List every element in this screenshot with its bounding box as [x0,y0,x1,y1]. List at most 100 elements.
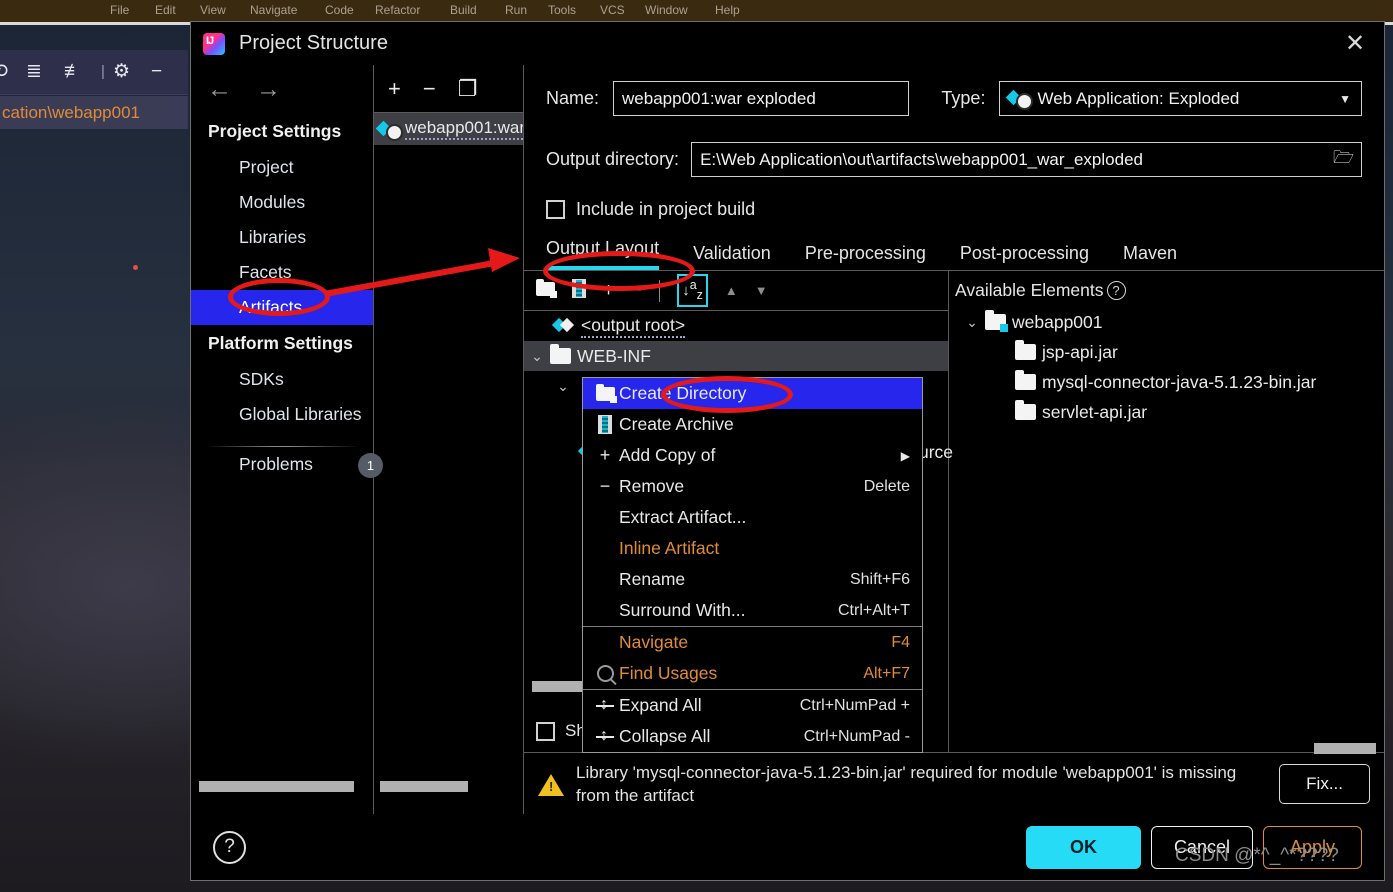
menu-item-find-usages[interactable]: Find Usages Alt+F7 [583,658,922,689]
expand-all-icon[interactable]: ≣ [26,60,42,84]
tab-validation[interactable]: Validation [693,243,771,271]
sidebar-item-global-libraries[interactable]: Global Libraries [191,397,373,432]
type-select[interactable]: Web Application: Exploded ▼ [999,81,1362,116]
menubar-item-10[interactable]: Window [645,3,688,17]
menubar-item-9[interactable]: VCS [600,3,625,17]
move-up-icon[interactable]: ▲ [725,281,738,300]
available-element-label: servlet-api.jar [1042,401,1148,422]
menu-item-rename[interactable]: Rename Shift+F6 [583,564,922,595]
gear-icon[interactable]: ⚙ [113,60,130,84]
menu-item-expand-all[interactable]: Expand All Ctrl+NumPad + [583,690,922,721]
warning-strip: Library 'mysql-connector-java-5.1.23-bin… [524,752,1384,814]
menu-item-add-copy-of[interactable]: + Add Copy of ▶ [583,440,922,471]
sort-az-icon[interactable]: ↓az [677,274,708,307]
chevron-down-icon[interactable]: ⌄ [959,314,985,331]
copy-artifact-icon[interactable]: ❐ [458,77,478,100]
menubar-item-11[interactable]: Help [715,3,740,17]
menubar-item-3[interactable]: Navigate [250,3,297,17]
browse-folder-icon[interactable]: 🗁 [1326,142,1362,177]
toolbar-divider [659,279,661,302]
collapse-all-icon [591,726,619,746]
tab-pre-processing[interactable]: Pre-processing [805,243,926,271]
available-elements-horizontal-scrollbar[interactable] [1314,743,1376,754]
tree-row[interactable]: <output root> [524,311,948,341]
add-copy-icon[interactable]: + [603,281,614,300]
help-icon[interactable]: ? [213,830,246,864]
menu-item-navigate[interactable]: Navigate F4 [583,627,922,658]
tab-post-processing[interactable]: Post-processing [960,243,1089,271]
tab-output-layout[interactable]: Output Layout [546,238,660,271]
sidebar-item-project[interactable]: Project [191,150,373,185]
close-icon[interactable]: ✕ [1342,32,1368,58]
nav-horizontal-scrollbar[interactable] [199,781,354,792]
chevron-down-icon[interactable]: ⌄ [524,348,550,365]
output-root-label: <output root> [581,315,686,338]
menu-item-collapse-all[interactable]: Collapse All Ctrl+NumPad - [583,721,922,752]
sidebar-item-libraries[interactable]: Libraries [191,220,373,255]
dialog-action-buttons: OK Cancel Apply [1025,825,1362,869]
apply-button[interactable]: Apply [1262,825,1362,869]
chevron-down-icon[interactable]: ⌄ [550,378,576,395]
menubar-item-1[interactable]: Edit [155,3,176,17]
menubar-item-8[interactable]: Tools [548,3,576,17]
artifact-horizontal-scrollbar[interactable] [380,781,468,792]
dialog-titlebar: Project Structure ✕ [191,22,1384,65]
list-item[interactable]: webapp001:war exploded [374,113,523,145]
menubar-item-0[interactable]: File [110,3,129,17]
plus-icon: + [599,445,611,465]
show-content-checkbox[interactable] [536,721,555,741]
tree-row[interactable]: jsp-api.jar [949,337,1384,367]
move-down-icon[interactable]: ▼ [755,281,768,300]
sidebar-item-sdks[interactable]: SDKs [191,362,373,397]
cancel-button[interactable]: Cancel [1150,825,1253,869]
ide-menubar[interactable]: File Edit View Navigate Code Refactor Bu… [0,0,1393,22]
menu-item-shortcut: F4 [891,633,910,651]
sidebar-item-artifacts[interactable]: Artifacts [191,290,373,325]
menu-item-remove[interactable]: − Remove Delete [583,471,922,502]
remove-element-icon[interactable]: − [631,281,642,300]
remove-artifact-icon[interactable]: − [423,77,436,100]
output-root-icon [554,317,576,335]
output-directory-row: Output directory: E:\Web Application\out… [524,142,1384,177]
chevron-down-icon[interactable]: ▼ [1339,92,1351,106]
help-icon[interactable]: ? [1106,281,1126,300]
tree-row[interactable]: servlet-api.jar [949,397,1384,427]
name-input[interactable]: webapp001:war exploded [613,81,910,116]
back-arrow-icon[interactable]: ← [207,76,232,102]
sidebar-item-modules[interactable]: Modules [191,185,373,220]
menu-item-label: Extract Artifact... [619,507,747,527]
rerun-icon[interactable]: ⟲ [0,60,8,84]
collapse-all-icon[interactable]: ≢ [64,60,83,84]
add-artifact-icon[interactable]: + [388,77,401,100]
create-archive-icon[interactable] [572,279,586,302]
menu-item-inline-artifact[interactable]: Inline Artifact [583,533,922,564]
fix-button[interactable]: Fix... [1279,763,1370,804]
ok-button[interactable]: OK [1025,825,1141,869]
sidebar-item-facets[interactable]: Facets [191,255,373,290]
menu-item-create-archive[interactable]: Create Archive [583,409,922,440]
tree-row[interactable]: ⌄ WEB-INF [524,341,948,371]
menu-item-surround-with[interactable]: Surround With... Ctrl+Alt+T [583,595,922,626]
output-directory-input[interactable]: E:\Web Application\out\artifacts\webapp0… [691,142,1326,177]
menubar-item-4[interactable]: Code [325,3,354,17]
menu-item-extract-artifact[interactable]: Extract Artifact... [583,502,922,533]
menubar-item-5[interactable]: Refactor [375,3,420,17]
sidebar-item-problems[interactable]: Problems 1 [191,447,383,482]
include-in-build-row[interactable]: Include in project build [524,199,1384,220]
available-elements-title: Available Elements [955,280,1104,300]
create-directory-icon[interactable] [536,279,557,300]
menubar-item-7[interactable]: Run [505,3,527,17]
tab-maven[interactable]: Maven [1123,243,1177,271]
forward-arrow-icon[interactable]: → [256,76,281,102]
menubar-item-6[interactable]: Build [450,3,477,17]
decorative-dot [133,265,138,270]
include-in-build-checkbox[interactable] [546,200,565,219]
web-application-icon [1008,89,1034,110]
tree-row-partial-text: urce [919,441,954,462]
minimize-icon[interactable]: − [151,60,162,84]
menu-item-label: Surround With... [619,600,746,620]
tree-row[interactable]: mysql-connector-java-5.1.23-bin.jar [949,367,1384,397]
tree-row[interactable]: ⌄ webapp001 [949,307,1384,337]
menubar-item-2[interactable]: View [200,3,226,17]
menu-item-create-directory[interactable]: Create Directory [583,378,922,409]
